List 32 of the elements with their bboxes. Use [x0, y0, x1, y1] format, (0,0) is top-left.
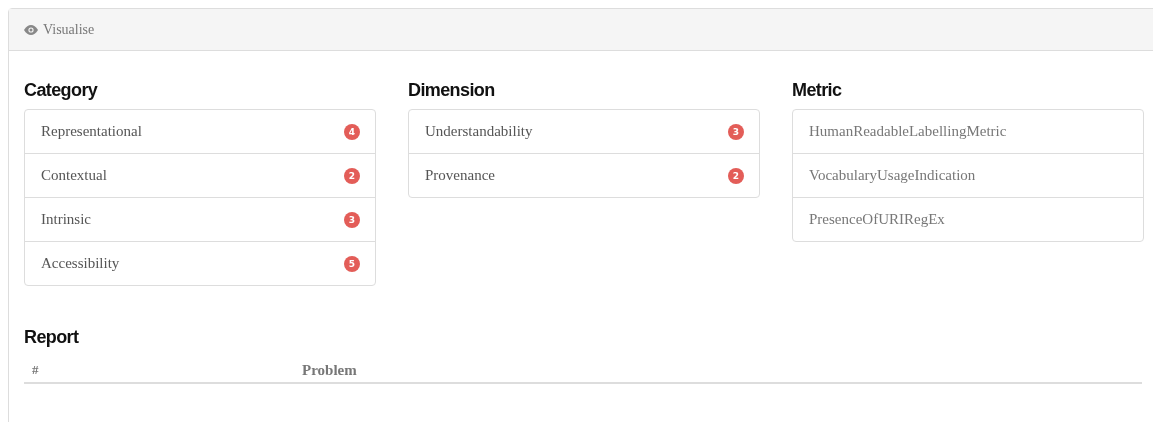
section-heading: Metric — [792, 79, 842, 101]
item-label: Accessibility — [41, 255, 120, 272]
item-label: VocabularyUsageIndication — [809, 167, 976, 184]
item-label: Contextual — [41, 167, 107, 184]
count-badge: 3 — [344, 211, 360, 228]
list-item[interactable]: Contextual 2 — [25, 153, 375, 197]
section-heading: Report — [24, 326, 79, 348]
list-item[interactable]: HumanReadableLabellingMetric — [793, 110, 1143, 153]
section-heading: Dimension — [408, 79, 495, 101]
count-badge: 5 — [344, 255, 360, 272]
item-label: Understandability — [425, 123, 533, 140]
item-label: Representational — [41, 123, 142, 140]
item-label: Intrinsic — [41, 211, 91, 228]
list-item[interactable]: Intrinsic 3 — [25, 197, 375, 241]
count-badge: 4 — [344, 123, 360, 140]
eye-icon — [24, 24, 38, 35]
column-header: # — [31, 362, 40, 379]
item-label: PresenceOfURIRegEx — [809, 211, 945, 228]
count-badge: 2 — [728, 167, 744, 184]
section-heading: Category — [24, 79, 98, 101]
list-item[interactable]: VocabularyUsageIndication — [793, 153, 1143, 197]
list-item[interactable]: Accessibility 5 — [25, 241, 375, 285]
item-label: Provenance — [425, 167, 495, 184]
list-item[interactable]: Representational 4 — [25, 110, 375, 153]
column-header: Problem — [302, 362, 357, 380]
panel-title: Visualise — [24, 21, 95, 38]
list-item[interactable]: Understandability 3 — [409, 110, 759, 153]
count-badge: 2 — [344, 167, 360, 184]
list-item[interactable]: PresenceOfURIRegEx — [793, 197, 1143, 241]
list-item[interactable]: Provenance 2 — [409, 153, 759, 197]
count-badge: 3 — [728, 123, 744, 140]
item-label: HumanReadableLabellingMetric — [809, 123, 1007, 140]
